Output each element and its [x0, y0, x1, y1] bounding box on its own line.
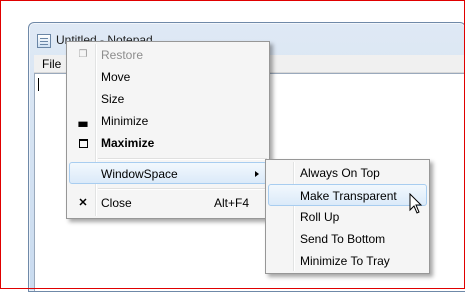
close-icon: ✕ [78, 197, 88, 209]
menu-item-label: Restore [101, 48, 144, 62]
menu-item-label: Send To Bottom [300, 232, 386, 246]
menu-item-maximize[interactable]: Maximize [69, 132, 267, 154]
menu-file[interactable]: File [42, 57, 61, 71]
menu-item-label: Maximize [101, 136, 155, 150]
submenu-item-make-transparent[interactable]: Make Transparent [268, 184, 427, 206]
menu-item-label: Minimize To Tray [300, 254, 390, 268]
text-caret [38, 78, 39, 91]
menu-item-label: Roll Up [300, 210, 340, 224]
submenu-arrow-icon [255, 171, 259, 177]
close-shortcut: Alt+F4 [213, 196, 249, 210]
menu-item-label: Move [101, 70, 131, 84]
menu-item-size[interactable]: Size [69, 88, 267, 110]
menu-separator [98, 188, 267, 190]
menu-item-windowspace[interactable]: WindowSpace [69, 162, 267, 184]
menu-item-move[interactable]: Move [69, 66, 267, 88]
menu-separator [98, 158, 267, 160]
menu-item-label: Close [101, 196, 132, 210]
menu-item-label: WindowSpace [101, 167, 178, 181]
system-menu: ❐ Restore Move Size ▃ Minimize Maximize … [66, 41, 270, 219]
windowspace-submenu: Always On Top Make Transparent Roll Up S… [265, 159, 430, 274]
menu-item-close[interactable]: ✕ Close Alt+F4 [69, 192, 267, 214]
restore-icon: ❐ [78, 49, 88, 60]
submenu-item-roll-up[interactable]: Roll Up [268, 206, 427, 228]
notepad-app-icon[interactable] [37, 34, 51, 48]
submenu-item-send-to-bottom[interactable]: Send To Bottom [268, 228, 427, 250]
submenu-item-always-on-top[interactable]: Always On Top [268, 162, 427, 184]
mouse-cursor-icon [409, 193, 423, 214]
minimize-icon: ▃ [78, 115, 88, 127]
menu-item-label: Make Transparent [300, 189, 397, 203]
menu-item-label: Size [101, 92, 125, 106]
menu-item-minimize[interactable]: ▃ Minimize [69, 110, 267, 132]
menu-item-label: Always On Top [300, 166, 380, 180]
submenu-item-minimize-to-tray[interactable]: Minimize To Tray [268, 250, 427, 272]
menu-item-label: Minimize [101, 114, 149, 128]
maximize-icon [75, 132, 91, 154]
menu-item-restore[interactable]: ❐ Restore [69, 44, 267, 66]
